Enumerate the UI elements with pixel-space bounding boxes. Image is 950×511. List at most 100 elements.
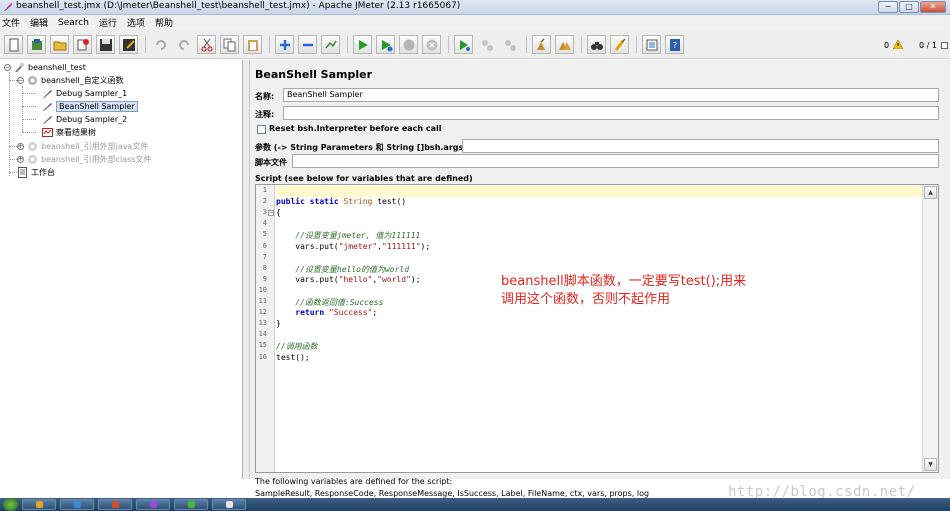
start-no-pauses-icon[interactable] <box>376 35 395 54</box>
active-threads: 0 / 1 <box>919 41 937 50</box>
shutdown-icon[interactable] <box>422 35 441 54</box>
script-editor[interactable]: 1 2 3 4 5 6 7 8 9 10 11 12 13 14 15 16 public static St… <box>255 184 939 473</box>
menu-help[interactable]: 帮助 <box>155 16 173 29</box>
script-file-field[interactable] <box>292 154 939 168</box>
code-line: //函数返回值:Success <box>295 298 384 307</box>
reset-interpreter-checkbox[interactable] <box>257 125 266 134</box>
remote-stop-icon[interactable] <box>477 35 496 54</box>
taskbar-app[interactable] <box>60 499 94 510</box>
redo-icon[interactable] <box>174 35 193 54</box>
line-number: 10 <box>258 285 267 294</box>
copy-icon[interactable] <box>220 35 239 54</box>
open-icon[interactable] <box>50 35 69 54</box>
menu-options[interactable]: 选项 <box>127 16 145 29</box>
save-as-icon[interactable] <box>119 35 138 54</box>
menu-run[interactable]: 运行 <box>99 16 117 29</box>
new-icon[interactable] <box>4 35 23 54</box>
tree-node-java-file[interactable]: + beanshell_引用外部java文件 <box>17 141 148 152</box>
start-button[interactable] <box>3 498 18 511</box>
stop-icon[interactable] <box>399 35 418 54</box>
sampler-pen-icon <box>43 116 52 124</box>
templates-icon[interactable] <box>27 35 46 54</box>
tree-node-class-file[interactable]: + beanshell_引用外部class文件 <box>17 154 151 165</box>
svg-text:?: ? <box>672 41 676 50</box>
tree-node-debug-sampler-1[interactable]: Debug Sampler_1 <box>42 88 127 99</box>
function-helper-icon[interactable] <box>642 35 661 54</box>
close-file-icon[interactable] <box>73 35 92 54</box>
panel-title: BeanShell Sampler <box>255 68 373 81</box>
tree-node-thread-group[interactable]: − beanshell_自定义函数 <box>17 75 124 86</box>
close-button[interactable]: ✕ <box>920 1 946 13</box>
collapse-icon[interactable]: − <box>4 64 11 71</box>
save-icon[interactable] <box>96 35 115 54</box>
reset-search-icon[interactable] <box>610 35 629 54</box>
comment-field[interactable] <box>283 106 939 120</box>
line-number: 7 <box>262 252 267 261</box>
line-number: 15 <box>258 341 267 350</box>
minimize-button[interactable]: − <box>878 1 898 13</box>
test-plan-tree: − beanshell_test − beanshell_自定义函数 Debug… <box>0 60 243 479</box>
line-number: 13 <box>258 319 267 328</box>
workbench-icon <box>18 167 27 178</box>
current-line-highlight <box>276 186 922 197</box>
collapse-icon[interactable]: − <box>17 77 24 84</box>
name-label: 名称: <box>255 92 275 101</box>
tree-node-workbench[interactable]: 工作台 <box>17 167 55 178</box>
undo-icon[interactable] <box>151 35 170 54</box>
thread-indicator <box>941 42 948 49</box>
binoculars-icon[interactable] <box>587 35 606 54</box>
scroll-down-icon[interactable]: ▼ <box>924 458 937 471</box>
sampler-pen-icon <box>43 103 52 111</box>
script-file-label: 脚本文件 <box>255 158 287 167</box>
remote-shutdown-icon[interactable] <box>500 35 519 54</box>
editor-scrollbar[interactable]: ▲ ▼ <box>922 185 938 472</box>
tree-node-beanshell-sampler[interactable]: BeanShell Sampler <box>42 101 138 112</box>
name-field[interactable]: BeanShell Sampler <box>283 88 939 102</box>
clear-all-icon[interactable] <box>555 35 574 54</box>
taskbar-app[interactable] <box>136 499 170 510</box>
tree-node-test-plan[interactable]: − beanshell_test <box>4 62 86 73</box>
menu-search[interactable]: Search <box>58 18 89 28</box>
annotation-line-2: 调用这个函数，否则不起作用 <box>501 292 671 307</box>
expand-icon[interactable]: + <box>17 156 24 163</box>
code-line: //设置变量jmeter, 值为111111 <box>295 231 421 241</box>
start-icon[interactable] <box>353 35 372 54</box>
splitter[interactable] <box>243 60 250 479</box>
tree-node-debug-sampler-2[interactable]: Debug Sampler_2 <box>42 114 127 125</box>
line-number: 14 <box>258 330 267 339</box>
warning-icon[interactable] <box>893 40 903 49</box>
clear-icon[interactable] <box>532 35 551 54</box>
remote-start-icon[interactable] <box>454 35 473 54</box>
fold-toggle-icon[interactable]: − <box>268 210 274 216</box>
paste-icon[interactable] <box>243 35 262 54</box>
taskbar-app[interactable] <box>174 499 208 510</box>
help-icon[interactable]: ? <box>665 35 684 54</box>
title-bar: beanshell_test.jmx (D:\Jmeter\Beanshell_… <box>0 0 950 15</box>
taskbar-app[interactable] <box>98 499 132 510</box>
collapse-all-icon[interactable] <box>298 35 317 54</box>
window-title: beanshell_test.jmx (D:\Jmeter\Beanshell_… <box>16 1 461 11</box>
warning-count: 0 <box>884 41 890 50</box>
menu-edit[interactable]: 编辑 <box>30 16 48 29</box>
toggle-icon[interactable] <box>321 35 340 54</box>
menu-file[interactable]: 文件 <box>2 16 20 29</box>
taskbar-app[interactable] <box>22 499 56 510</box>
expand-icon[interactable]: + <box>17 143 24 150</box>
line-number: 6 <box>262 241 267 250</box>
maximize-button[interactable]: □ <box>899 1 919 13</box>
tree-node-result-tree[interactable]: 察看结果树 <box>42 127 96 138</box>
params-field[interactable] <box>462 139 939 153</box>
reset-interpreter-label: Reset bsh.Interpreter before each call <box>269 124 442 133</box>
scroll-up-icon[interactable]: ▲ <box>924 186 937 199</box>
taskbar-app[interactable] <box>212 499 246 510</box>
line-number: 3 <box>262 208 267 217</box>
code-line: return "Success"; <box>295 308 378 318</box>
taskbar <box>0 498 950 511</box>
sampler-pen-icon <box>43 90 52 98</box>
toolbar: ? 0 0 / 1 <box>0 30 950 59</box>
menu-bar: 文件 编辑 Search 运行 选项 帮助 <box>0 15 950 30</box>
line-number: 9 <box>262 274 267 283</box>
cut-icon[interactable] <box>197 35 216 54</box>
thread-group-icon <box>28 76 37 85</box>
expand-all-icon[interactable] <box>275 35 294 54</box>
